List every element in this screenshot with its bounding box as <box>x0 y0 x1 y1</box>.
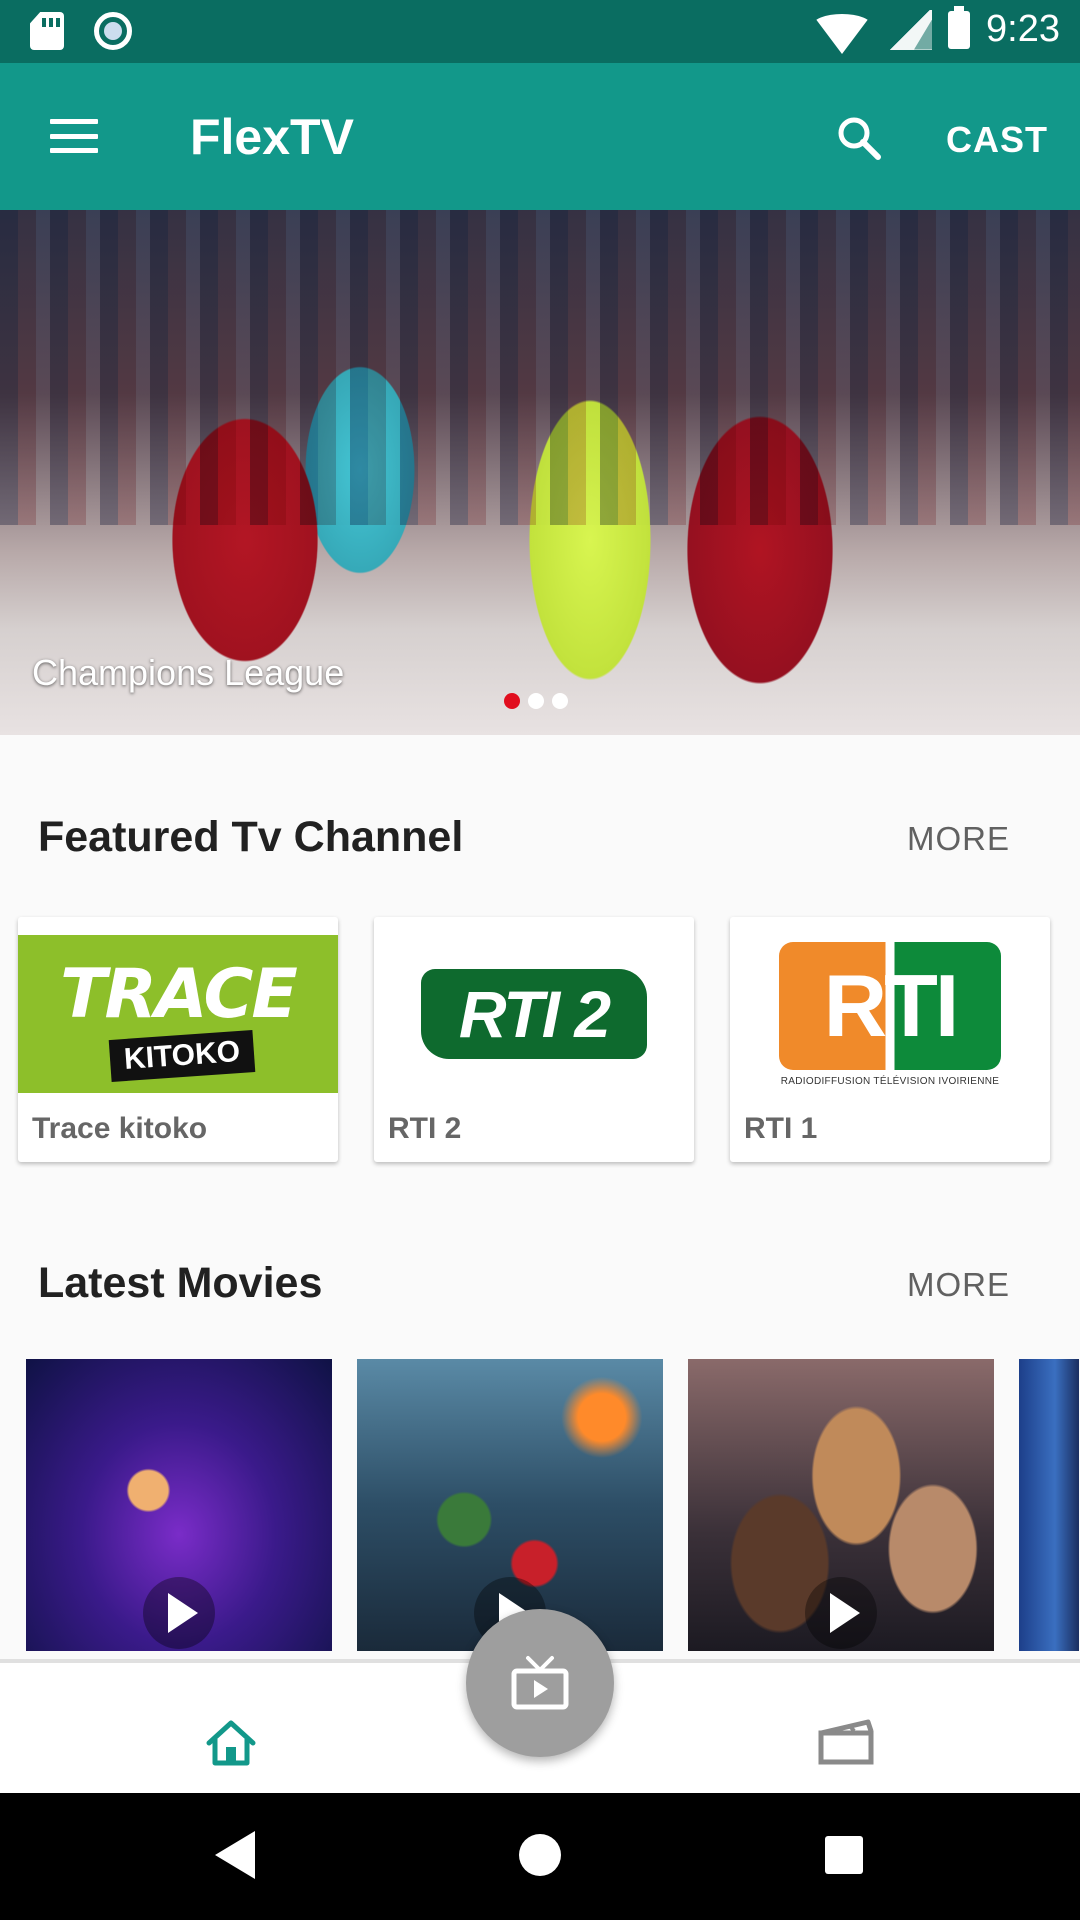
status-bar: 9:23 <box>0 0 1080 63</box>
sd-card-icon <box>30 12 64 50</box>
tv-icon <box>511 1656 569 1710</box>
featured-section-title: Featured Tv Channel <box>38 813 464 861</box>
movie-poster[interactable] <box>688 1359 994 1651</box>
status-right-icons: 9:23 <box>812 5 1060 54</box>
featured-more-button[interactable]: MORE <box>907 820 1010 858</box>
search-icon[interactable] <box>836 115 882 161</box>
trace-kitoko-logo: TRACE KITOKO <box>18 935 338 1093</box>
recents-icon[interactable] <box>825 1836 863 1874</box>
tv-fab-button[interactable] <box>466 1609 614 1757</box>
carousel-dot-1[interactable] <box>504 693 520 709</box>
movies-icon[interactable] <box>818 1719 874 1765</box>
carousel-dot-3[interactable] <box>552 693 568 709</box>
movie-poster[interactable] <box>357 1359 663 1651</box>
app-bar: FlexTV CAST <box>0 63 1080 210</box>
app-title: FlexTV <box>190 109 354 165</box>
home-circle-icon[interactable] <box>519 1834 561 1876</box>
hero-image <box>0 210 1080 525</box>
play-icon[interactable] <box>143 1577 215 1649</box>
movies-more-button[interactable]: MORE <box>907 1266 1010 1304</box>
movie-poster[interactable] <box>26 1359 332 1651</box>
system-navigation-bar <box>0 1793 1080 1920</box>
channel-logo: TRACE KITOKO <box>18 929 338 1099</box>
status-time: 9:23 <box>986 8 1060 50</box>
play-icon[interactable] <box>805 1577 877 1649</box>
channel-name: RTI 1 <box>744 1112 818 1145</box>
rti-1-logo: RTI RADIODIFFUSION TÉLÉVISION IVOIRIENNE <box>779 941 1001 1087</box>
signal-icon <box>888 9 933 50</box>
back-icon[interactable] <box>215 1831 255 1879</box>
hero-carousel[interactable]: Champions League <box>0 210 1080 735</box>
channel-name: RTI 2 <box>388 1112 462 1145</box>
carousel-dot-2[interactable] <box>528 693 544 709</box>
status-left-icons <box>30 12 132 50</box>
home-icon[interactable] <box>205 1719 257 1767</box>
battery-icon <box>948 5 971 49</box>
rti-2-logo: RTI 2 <box>421 969 647 1059</box>
channel-name: Trace kitoko <box>32 1112 208 1145</box>
sync-circle-icon <box>94 12 132 50</box>
channel-card-rti-2[interactable]: RTI 2 RTI 2 <box>374 917 694 1162</box>
movies-section-title: Latest Movies <box>38 1259 323 1307</box>
channel-logo: RTI 2 <box>374 929 694 1099</box>
wifi-icon <box>812 13 873 54</box>
channel-logo: RTI RADIODIFFUSION TÉLÉVISION IVOIRIENNE <box>730 929 1050 1099</box>
hero-caption: Champions League <box>32 652 345 693</box>
cast-button[interactable]: CAST <box>946 119 1048 161</box>
menu-icon[interactable] <box>50 119 98 153</box>
channel-card-rti-1[interactable]: RTI RADIODIFFUSION TÉLÉVISION IVOIRIENNE… <box>730 917 1050 1162</box>
channel-card-trace-kitoko[interactable]: TRACE KITOKO Trace kitoko <box>18 917 338 1162</box>
carousel-indicator <box>504 693 568 709</box>
movie-poster-partial[interactable] <box>1019 1359 1079 1651</box>
